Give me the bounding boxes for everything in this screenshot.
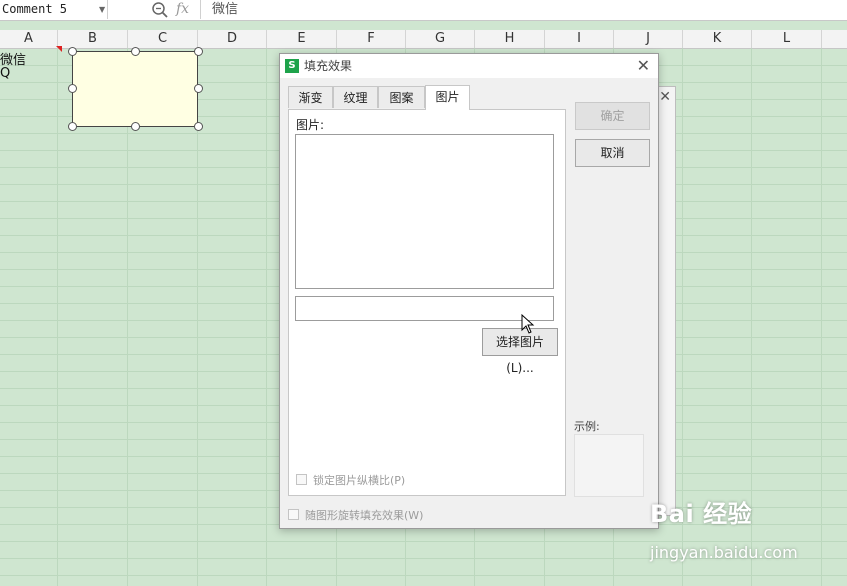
baidu-watermark: Bai 经验 jingyan.baidu.com xyxy=(648,488,847,586)
name-box-dropdown-icon[interactable]: ▼ xyxy=(99,0,105,19)
tab-texture[interactable]: 纹理 xyxy=(333,86,378,108)
grid-line xyxy=(127,48,128,586)
tab-picture[interactable]: 图片 xyxy=(425,85,470,110)
baidu-jingyan-logo: Bai 经验 xyxy=(650,500,753,528)
picture-preview xyxy=(295,134,554,289)
rotate-with-shape-label: 随图形旋转填充效果(W) xyxy=(305,509,424,522)
column-header-b[interactable]: B xyxy=(58,30,128,48)
column-header-d[interactable]: D xyxy=(198,30,267,48)
name-box[interactable]: Comment 5 xyxy=(0,0,108,19)
select-picture-button[interactable]: 选择图片(L)... xyxy=(482,328,558,375)
column-header-j[interactable]: J xyxy=(614,30,683,48)
parent-dialog-close-icon[interactable]: ✕ xyxy=(659,89,671,105)
sample-label: 示例: xyxy=(574,420,600,433)
resize-handle[interactable] xyxy=(68,122,77,131)
picture-label: 图片: xyxy=(296,118,325,132)
dialog-titlebar[interactable]: S 填充效果 ✕ xyxy=(280,54,658,78)
tab-pattern[interactable]: 图案 xyxy=(378,86,425,108)
mouse-pointer-icon xyxy=(521,314,535,334)
column-header-h[interactable]: H xyxy=(475,30,545,48)
lock-ratio-checkbox[interactable] xyxy=(296,474,307,485)
resize-handle[interactable] xyxy=(68,47,77,56)
sample-preview xyxy=(574,434,644,497)
rotate-with-shape-checkbox[interactable] xyxy=(288,509,299,520)
wps-app-icon: S xyxy=(285,59,299,73)
resize-handle[interactable] xyxy=(194,84,203,93)
formula-separator xyxy=(200,0,201,19)
resize-handle[interactable] xyxy=(131,122,140,131)
formula-input[interactable]: 微信 xyxy=(212,0,238,19)
tab-gradient[interactable]: 渐变 xyxy=(288,86,333,108)
dialog-title: 填充效果 xyxy=(304,59,353,73)
resize-handle[interactable] xyxy=(131,47,140,56)
resize-handle[interactable] xyxy=(68,84,77,93)
column-header-g[interactable]: G xyxy=(406,30,475,48)
column-header-k[interactable]: K xyxy=(683,30,752,48)
column-header-e[interactable]: E xyxy=(267,30,337,48)
column-header-f[interactable]: F xyxy=(337,30,406,48)
comment-indicator xyxy=(56,46,62,52)
column-header-l[interactable]: L xyxy=(752,30,822,48)
fill-effects-dialog: S 填充效果 ✕ 渐变 纹理 图案 图片 图片: 选择图片(L)... 锁定图片… xyxy=(279,53,659,529)
formula-bar: Comment 5 ▼ fx 微信 xyxy=(0,0,847,21)
zoom-icon[interactable] xyxy=(151,1,169,19)
resize-handle[interactable] xyxy=(194,122,203,131)
grid-line xyxy=(266,48,267,586)
picture-panel: 图片: 选择图片(L)... 锁定图片纵横比(P) xyxy=(288,109,566,496)
resize-handle[interactable] xyxy=(194,47,203,56)
lock-ratio-label: 锁定图片纵横比(P) xyxy=(313,474,406,487)
ok-button[interactable]: 确定 xyxy=(575,102,650,130)
column-header-a[interactable]: A xyxy=(0,30,58,48)
picture-path-input[interactable] xyxy=(295,296,554,321)
cancel-button[interactable]: 取消 xyxy=(575,139,650,167)
column-header: A B C D E F G H I J K L xyxy=(0,30,847,49)
watermark-url: jingyan.baidu.com xyxy=(650,543,798,562)
comment-box[interactable] xyxy=(72,51,198,127)
cell-a2[interactable]: Q xyxy=(0,66,10,81)
column-header-c[interactable]: C xyxy=(128,30,198,48)
column-header-i[interactable]: I xyxy=(545,30,614,48)
grid-line xyxy=(57,48,58,586)
fx-icon[interactable]: fx xyxy=(176,0,189,19)
dialog-close-icon[interactable]: ✕ xyxy=(637,55,650,77)
